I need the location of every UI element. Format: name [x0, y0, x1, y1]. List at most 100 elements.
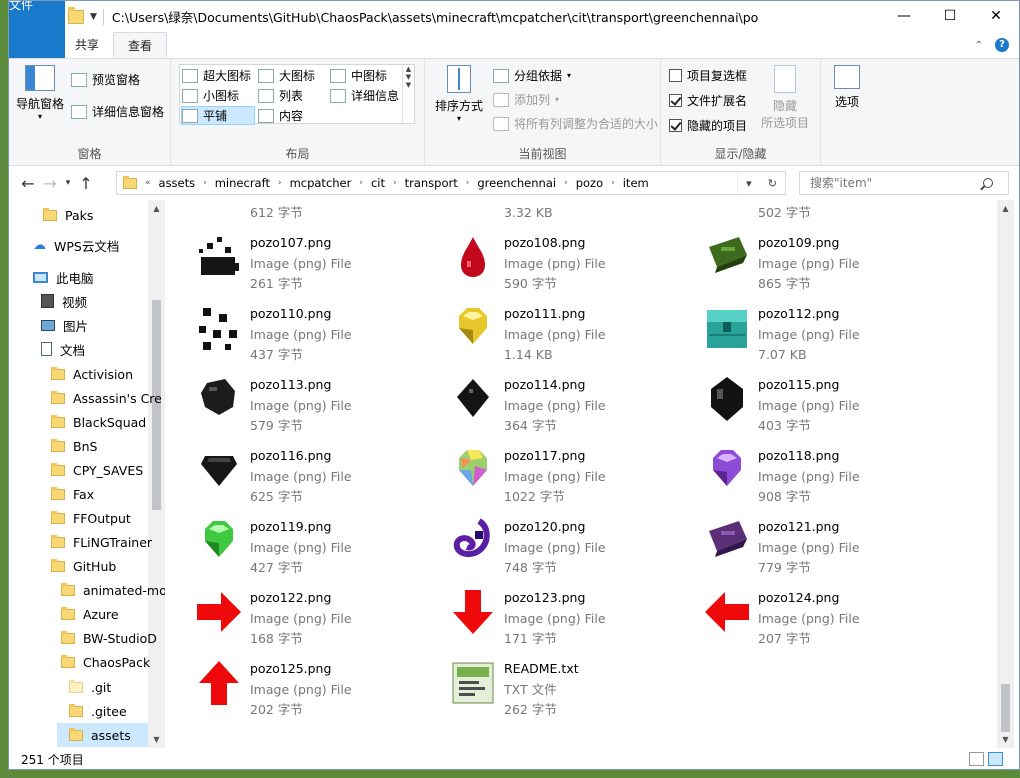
back-arrow-icon[interactable]: ← [17, 174, 39, 193]
item-checkboxes-checkbox[interactable] [669, 69, 682, 82]
file-tile[interactable]: pozo119.png Image (png) File 427 字节 [173, 509, 423, 575]
sidebar-item-文档[interactable]: 文档 [29, 337, 148, 361]
sidebar-item-flingtrainer[interactable]: FLiNGTrainer [39, 530, 152, 554]
sidebar-scrollbar[interactable]: ▲ ▼ [148, 200, 165, 748]
file-tile[interactable]: pozo122.png Image (png) File 168 字节 [173, 580, 423, 646]
sidebar-item-activision[interactable]: Activision [39, 362, 148, 386]
expand-gallery-icon[interactable]: ▼ [403, 81, 414, 89]
file-tile[interactable]: pozo121.png Image (png) File 779 字节 [681, 509, 931, 575]
forward-arrow-icon[interactable]: → [39, 174, 61, 193]
sidebar-item-视频[interactable]: 视频 [29, 289, 148, 313]
file-list-scrollbar[interactable]: ▲ ▼ [997, 200, 1014, 748]
file-tile[interactable]: pozo115.png Image (png) File 403 字节 [681, 367, 931, 433]
layout-medium-icons[interactable]: 中图标 [330, 67, 387, 84]
breadcrumb-pozo[interactable]: pozo [568, 176, 611, 190]
sidebar-item-blacksquad[interactable]: BlackSquad [39, 410, 148, 434]
file-tile[interactable]: pozo118.png Image (png) File 908 字节 [681, 438, 931, 504]
refresh-icon[interactable]: ↻ [768, 177, 777, 190]
close-button[interactable]: ✕ [973, 1, 1019, 32]
tab-file[interactable]: 文件 [9, 1, 65, 58]
minimize-button[interactable]: — [881, 1, 927, 32]
large-icons-view-icon[interactable] [988, 752, 1003, 766]
layout-details[interactable]: 详细信息 [330, 87, 399, 104]
address-dropdown-chevron-icon[interactable]: ▾ [746, 177, 752, 190]
tab-view[interactable]: 查看 [113, 32, 168, 59]
file-tile[interactable]: README.txt TXT 文件 262 字节 [427, 651, 677, 717]
hidden-items-toggle[interactable]: 隐藏的项目 [669, 117, 747, 134]
sidebar-item--gitee[interactable]: .gitee [57, 699, 148, 723]
layout-tiles[interactable]: 平铺 [181, 106, 255, 125]
sidebar-item-bw-studiod[interactable]: BW-StudioD [49, 626, 157, 650]
address-bar[interactable]: « assets › minecraft › mcpatcher › cit ›… [116, 171, 786, 195]
file-tile[interactable]: pozo116.png Image (png) File 625 字节 [173, 438, 423, 504]
scroll-up-icon[interactable]: ▲ [148, 200, 165, 217]
breadcrumb-greenchennai[interactable]: greenchennai [469, 176, 564, 190]
navigation-pane-button[interactable]: 导航窗格 ▾ [13, 65, 67, 121]
add-columns-button[interactable]: 添加列 ▾ [493, 91, 559, 108]
scroll-up-icon[interactable]: ▲ [403, 65, 414, 73]
layout-small-icons[interactable]: 小图标 [182, 87, 239, 104]
up-arrow-icon[interactable]: ↑ [75, 174, 97, 193]
preview-pane-button[interactable]: 预览窗格 [71, 71, 140, 88]
hide-selected-button[interactable]: 隐藏 所选项目 [757, 65, 813, 131]
sidebar-item-此电脑[interactable]: 此电脑 [21, 265, 148, 289]
file-tile[interactable]: pozo123.png Image (png) File 171 字节 [427, 580, 677, 646]
file-extensions-checkbox[interactable] [669, 94, 682, 107]
breadcrumb-item[interactable]: item [615, 176, 657, 190]
options-button[interactable]: 选项 [827, 65, 867, 110]
scroll-down-icon[interactable]: ▼ [997, 731, 1014, 748]
sidebar-item-animated-mo[interactable]: animated-mo [49, 578, 165, 602]
sort-by-button[interactable]: 排序方式 ▾ [431, 65, 487, 123]
file-tile[interactable]: Image (png) File3.32 KB [427, 200, 677, 220]
layout-large-icons[interactable]: 大图标 [258, 67, 315, 84]
details-pane-button[interactable]: 详细信息窗格 [71, 103, 164, 120]
sidebar-item-图片[interactable]: 图片 [29, 313, 148, 337]
breadcrumb-minecraft[interactable]: minecraft [207, 176, 278, 190]
sidebar-item-ffoutput[interactable]: FFOutput [39, 506, 148, 530]
item-checkboxes-toggle[interactable]: 项目复选框 [669, 67, 747, 84]
group-by-button[interactable]: 分组依据 ▾ [493, 67, 571, 84]
layout-list[interactable]: 列表 [258, 87, 303, 104]
sidebar-item-cpy-saves[interactable]: CPY_SAVES [39, 458, 148, 482]
file-tile[interactable]: pozo117.png Image (png) File 1022 字节 [427, 438, 677, 504]
details-view-icon[interactable] [969, 752, 984, 766]
breadcrumb-mcpatcher[interactable]: mcpatcher [282, 176, 360, 190]
fit-columns-button[interactable]: 将所有列调整为合适的大小 [493, 115, 658, 132]
hidden-items-checkbox[interactable] [669, 119, 682, 132]
sidebar-item-fax[interactable]: Fax [39, 482, 148, 506]
search-input[interactable]: 搜索"item" [799, 171, 1009, 195]
scroll-down-icon[interactable]: ▼ [403, 73, 414, 81]
file-tile[interactable]: pozo111.png Image (png) File 1.14 KB [427, 296, 677, 362]
layout-content[interactable]: 内容 [258, 107, 303, 124]
sidebar-item-assassin-s-cre[interactable]: Assassin's Cre [39, 386, 162, 410]
file-tile[interactable]: pozo110.png Image (png) File 437 字节 [173, 296, 423, 362]
file-tile[interactable]: pozo108.png Image (png) File 590 字节 [427, 225, 677, 291]
file-list-scroll-thumb[interactable] [1001, 684, 1010, 732]
sidebar-item-assets[interactable]: assets [57, 723, 148, 747]
sidebar-item-github[interactable]: GitHub [39, 554, 148, 578]
new-folder-icon[interactable] [68, 6, 84, 24]
scroll-down-icon[interactable]: ▼ [148, 731, 165, 748]
tab-share[interactable]: 共享 [61, 32, 113, 58]
file-tile[interactable]: Image (png) File502 字节 [681, 200, 931, 220]
scroll-up-icon[interactable]: ▲ [997, 200, 1014, 217]
help-icon[interactable]: ? [995, 38, 1009, 52]
file-extensions-toggle[interactable]: 文件扩展名 [669, 92, 747, 109]
file-tile[interactable]: Image (png) File612 字节 [173, 200, 423, 220]
file-tile[interactable]: pozo112.png Image (png) File 7.07 KB [681, 296, 931, 362]
breadcrumb-cit[interactable]: cit [363, 176, 393, 190]
breadcrumb-assets[interactable]: assets [151, 176, 204, 190]
recent-locations-chevron-icon[interactable]: ▾ [61, 178, 75, 188]
layout-gallery-scroll[interactable]: ▲ ▼ ▼ [402, 65, 414, 123]
sidebar-item-chaospack[interactable]: ChaosPack [49, 650, 150, 674]
customize-toolbar-chevron-icon[interactable]: ▼ [90, 12, 97, 22]
file-tile[interactable]: pozo109.png Image (png) File 865 字节 [681, 225, 931, 291]
sidebar-item--git[interactable]: .git [57, 675, 148, 699]
file-tile[interactable]: pozo107.png Image (png) File 261 字节 [173, 225, 423, 291]
search-icon[interactable] [983, 178, 993, 188]
collapse-ribbon-chevron-icon[interactable]: ⌃ [975, 40, 983, 51]
file-tile[interactable]: pozo125.png Image (png) File 202 字节 [173, 651, 423, 717]
file-tile[interactable]: pozo120.png Image (png) File 748 字节 [427, 509, 677, 575]
maximize-button[interactable]: ☐ [927, 1, 973, 32]
sidebar-item-wps云文档[interactable]: ☁ WPS云文档 [21, 233, 148, 257]
